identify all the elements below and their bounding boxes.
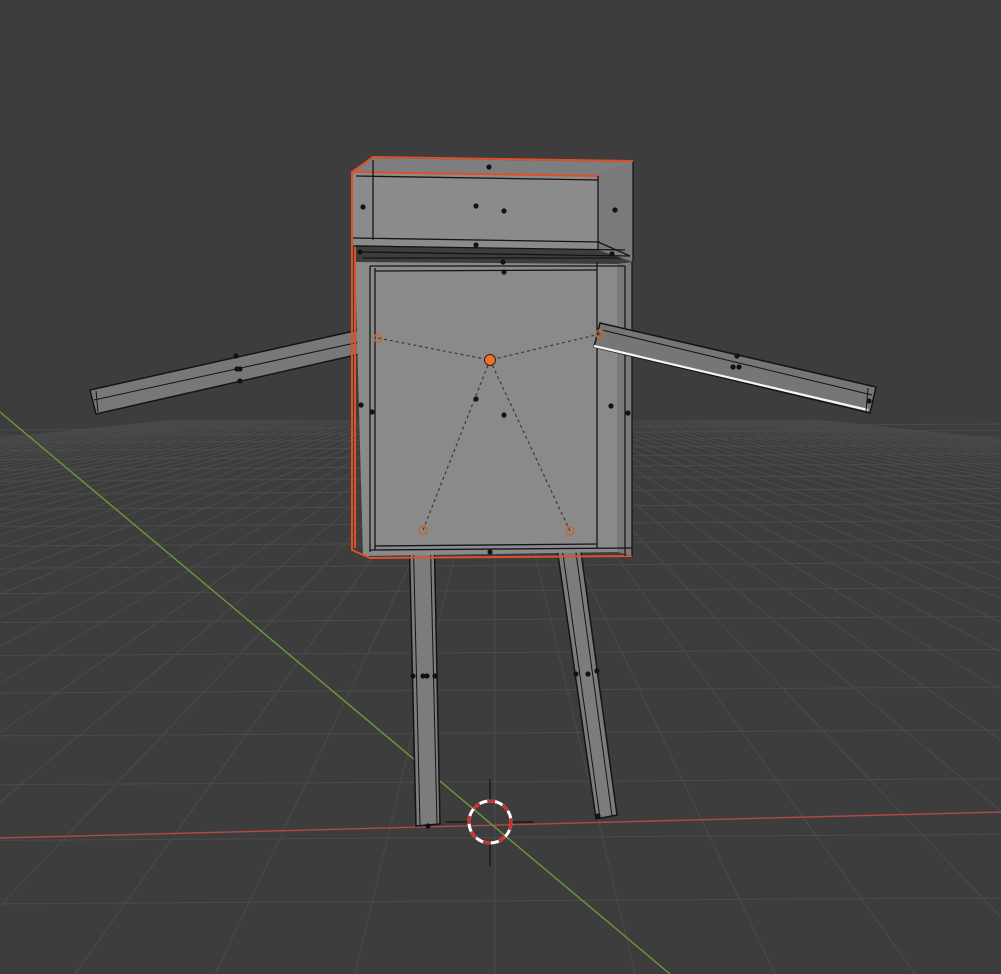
vertex-dot (237, 366, 243, 372)
vertex-dot (473, 203, 479, 209)
vertex-dot (736, 364, 742, 370)
torso-front-face (355, 262, 617, 556)
head-object[interactable] (351, 155, 634, 262)
vertex-dot (233, 353, 239, 359)
vertex-dot (369, 409, 375, 415)
torso-object[interactable] (351, 243, 633, 560)
vertex-dot (608, 403, 614, 409)
vertex-dot (360, 204, 366, 210)
vertex-dot (358, 402, 364, 408)
vertex-dot (585, 671, 591, 677)
vertex-dot (501, 269, 507, 275)
vertex-dot (500, 259, 506, 265)
vertex-dot (501, 208, 507, 214)
vertex-dot (237, 378, 243, 384)
object-origin-icon[interactable] (484, 354, 496, 366)
vertex-dot (501, 412, 507, 418)
vertex-dot (625, 410, 631, 416)
vertex-dot (594, 668, 600, 674)
vertex-dot (595, 813, 601, 819)
vertex-dot (487, 549, 493, 555)
vertex-dot (432, 673, 438, 679)
vertex-dot (473, 242, 479, 248)
3d-viewport[interactable] (0, 0, 1001, 974)
vertex-dot (486, 164, 492, 170)
vertex-dot (573, 671, 579, 677)
vertex-dot (473, 396, 479, 402)
vertex-dot (357, 249, 363, 255)
vertex-dot (410, 673, 416, 679)
vertex-dot (609, 251, 615, 257)
vertex-dot (866, 398, 872, 404)
vertex-dot (612, 207, 618, 213)
vertex-dot (730, 364, 736, 370)
vertex-dot (425, 823, 431, 829)
vertex-dot (424, 673, 430, 679)
vertex-dot (734, 353, 740, 359)
